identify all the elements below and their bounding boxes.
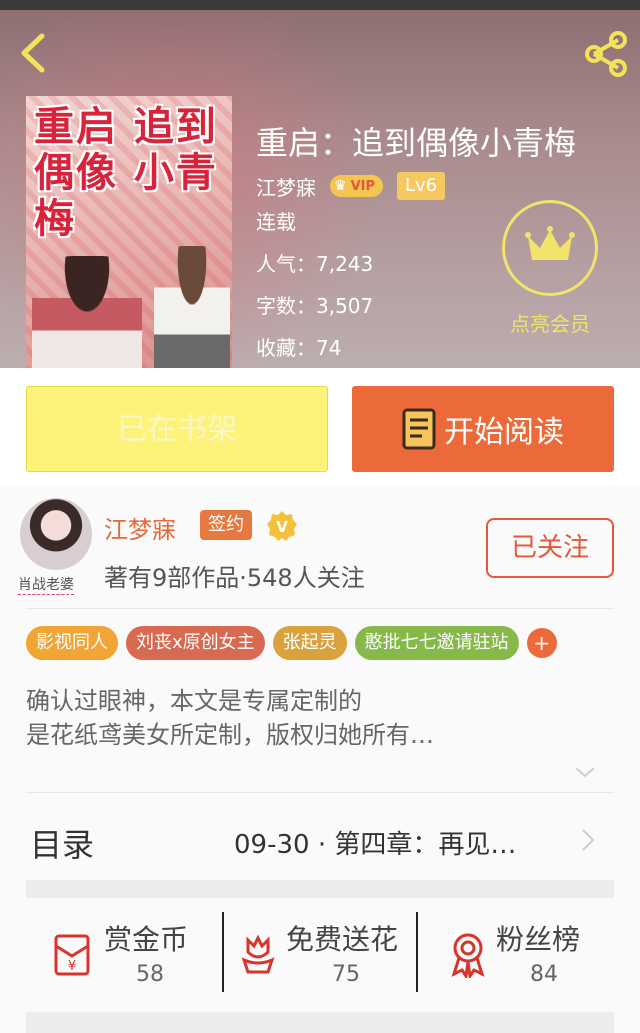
section-spacer: [26, 880, 614, 898]
vip-label: VIP: [350, 178, 375, 194]
start-reading-label: 开始阅读: [444, 415, 564, 450]
verified-icon: V: [267, 511, 297, 541]
follow-button[interactable]: 已关注: [486, 518, 614, 578]
member-label: 点亮会员: [510, 312, 590, 336]
reward-label: 赏金币: [104, 923, 189, 956]
book-popularity: 人气：7,243: [256, 252, 374, 276]
share-icon: [585, 31, 627, 77]
reward-label: 粉丝榜: [496, 923, 581, 956]
book-cover[interactable]: 重启 追到 偶像 小青 梅: [26, 96, 232, 368]
book-favorites: 收藏：74: [256, 336, 342, 360]
section-spacer: [26, 1012, 614, 1033]
reward-separator: [416, 912, 418, 992]
avatar-tag: 肖战老婆: [18, 574, 74, 595]
author-card-name[interactable]: 江梦寐: [104, 510, 176, 545]
fan-ranking-button[interactable]: 粉丝榜 84: [444, 898, 614, 1010]
cover-figure-girl: [32, 256, 142, 368]
verified-mark: V: [276, 518, 288, 536]
member-button[interactable]: 点亮会员: [498, 196, 610, 346]
book-title: 重启：追到偶像小青梅: [256, 124, 577, 162]
reward-label: 免费送花: [286, 923, 399, 956]
author-card: 肖战老婆 江梦寐 签约 V 著有9部作品·548人关注 已关注: [0, 486, 640, 608]
start-reading-button[interactable]: 开始阅读: [352, 386, 614, 472]
medal-icon: [451, 933, 485, 978]
reward-value: 84: [530, 962, 558, 987]
tag-item[interactable]: 憨批七七邀请驻站: [354, 626, 519, 660]
tag-item[interactable]: 刘丧x原创女主: [126, 626, 265, 660]
book-status: 连载: [256, 210, 296, 234]
divider: [26, 608, 614, 609]
reward-bar: ¥ 赏金币 58 免费送花 75 粉丝榜 84: [0, 898, 640, 1010]
signed-badge: 签约: [200, 510, 252, 540]
summary-line: 是花纸鸢美女所定制，版权归她所有…: [26, 721, 434, 749]
divider: [26, 792, 614, 793]
back-button[interactable]: [14, 30, 54, 76]
reward-separator: [222, 912, 224, 992]
tag-list: 影视同人 刘丧x原创女主 张起灵 憨批七七邀请驻站 +: [26, 626, 557, 660]
share-button[interactable]: [580, 28, 632, 80]
reward-coins-button[interactable]: ¥ 赏金币 58: [48, 898, 218, 1010]
vip-badge: ♛ VIP: [330, 175, 383, 197]
book-header: 重启 追到 偶像 小青 梅 重启：追到偶像小青梅 江梦寐 ♛ VIP Lv6 连…: [0, 10, 640, 368]
toc-label: 目录: [30, 826, 95, 864]
tag-item[interactable]: 影视同人: [26, 626, 118, 660]
svg-text:¥: ¥: [68, 959, 76, 974]
crown-icon: [525, 226, 575, 260]
book-summary[interactable]: 确认过眼神，本文是专属定制的 是花纸鸢美女所定制，版权归她所有…: [26, 684, 586, 752]
author-avatar[interactable]: [20, 498, 92, 570]
author-row: 江梦寐 ♛ VIP Lv6: [256, 170, 446, 202]
flower-icon: [241, 934, 275, 974]
latest-chapter: 09-30 · 第四章：再见…: [234, 830, 517, 860]
author-name[interactable]: 江梦寐: [256, 172, 316, 201]
level-badge: Lv6: [397, 172, 446, 200]
reward-value: 58: [136, 962, 164, 987]
table-of-contents-row[interactable]: 目录 09-30 · 第四章：再见…: [0, 794, 640, 882]
chevron-down-icon[interactable]: [572, 762, 598, 782]
summary-line: 确认过眼神，本文是专属定制的: [26, 687, 362, 715]
crown-icon: ♛: [334, 178, 347, 194]
action-bar: 已在书架 开始阅读: [0, 368, 640, 486]
cover-figure-boy: [154, 246, 230, 368]
tag-item[interactable]: 张起灵: [272, 626, 347, 660]
chevron-left-icon: [21, 33, 45, 73]
chevron-right-icon: [582, 829, 595, 851]
more-tags-button[interactable]: +: [526, 628, 557, 658]
status-strip: [0, 0, 640, 10]
send-flowers-button[interactable]: 免费送花 75: [234, 898, 414, 1010]
cover-title-art: 重启 追到 偶像 小青 梅: [34, 104, 218, 242]
reward-value: 75: [332, 962, 360, 987]
book-icon: [402, 408, 436, 450]
book-word-count: 字数：3,507: [256, 294, 374, 318]
red-envelope-icon: ¥: [54, 934, 90, 976]
author-stats: 著有9部作品·548人关注: [104, 564, 365, 592]
book-details: 肖战老婆 江梦寐 签约 V 著有9部作品·548人关注 已关注 影视同人 刘丧x…: [0, 486, 640, 1033]
add-to-shelf-button[interactable]: 已在书架: [26, 386, 328, 472]
